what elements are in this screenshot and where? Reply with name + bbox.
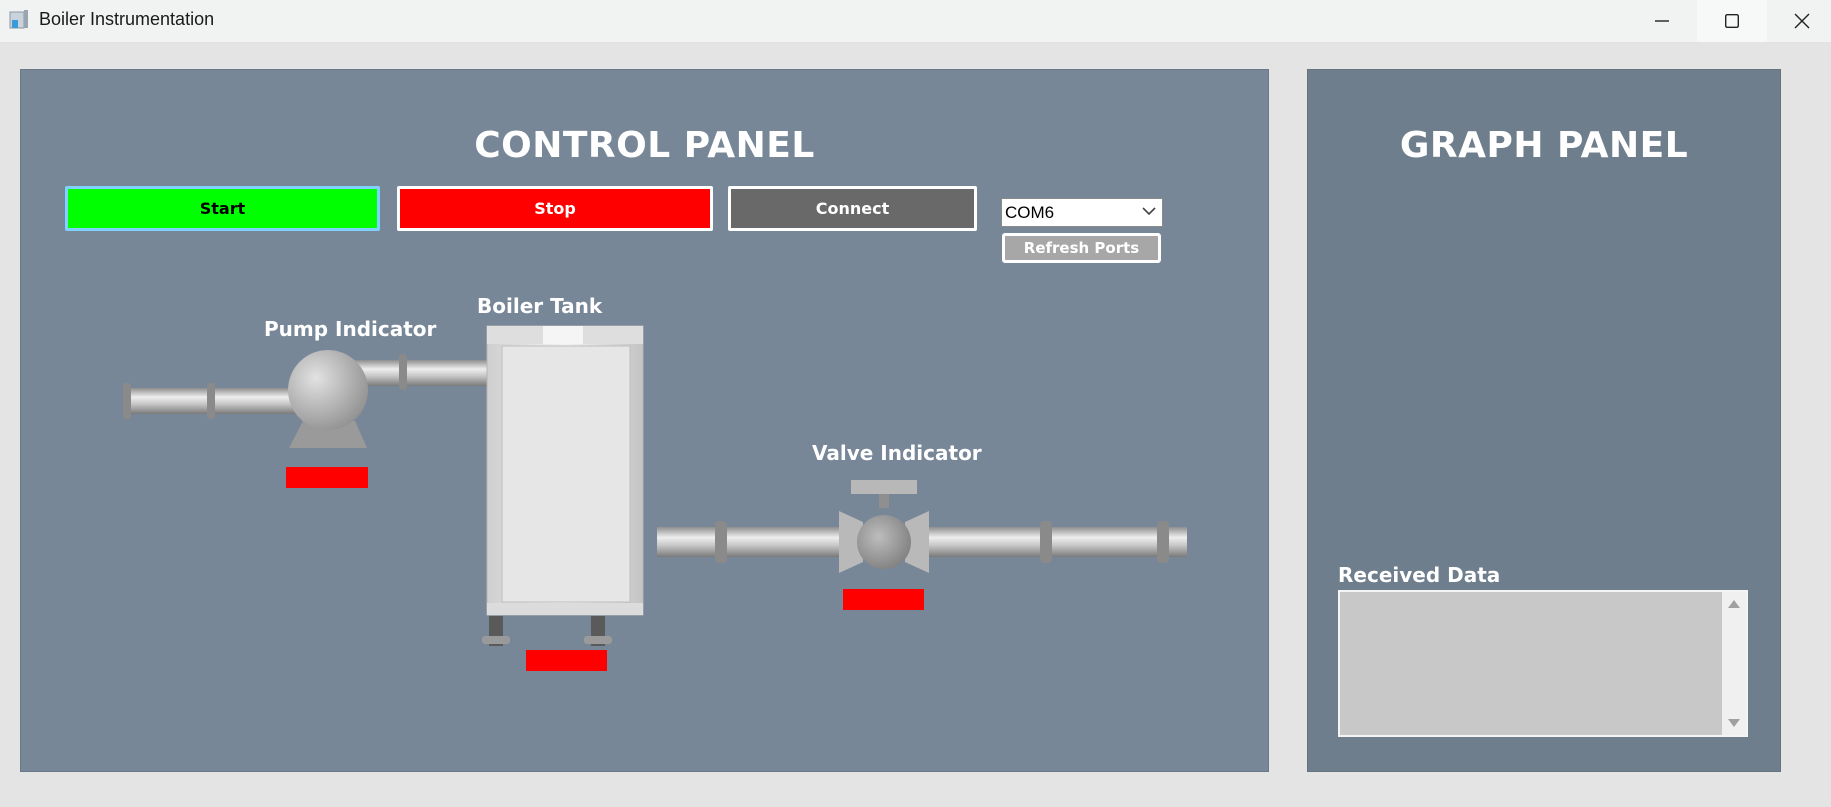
graph-panel: GRAPH PANEL Received Data (1307, 69, 1781, 772)
scroll-up-icon[interactable] (1728, 600, 1740, 608)
valve-icon (839, 480, 929, 573)
scroll-down-icon[interactable] (1728, 719, 1740, 727)
process-diagram (123, 325, 1187, 671)
received-data-label: Received Data (1338, 563, 1501, 587)
maximize-button[interactable] (1697, 0, 1767, 42)
title-bar: Boiler Instrumentation (0, 0, 1831, 43)
minimize-button[interactable] (1627, 0, 1697, 42)
control-panel: CONTROL PANEL Start Stop Connect COM6 Re… (20, 69, 1269, 772)
window-title: Boiler Instrumentation (39, 9, 215, 29)
close-button[interactable] (1767, 0, 1831, 42)
graph-panel-title: GRAPH PANEL (1399, 125, 1689, 166)
pump-icon (288, 350, 368, 448)
boiler-status-indicator (526, 650, 607, 671)
boiler-tank-icon (482, 325, 644, 646)
minimize-icon (1655, 20, 1669, 22)
app-icon (9, 10, 28, 29)
valve-status-indicator (843, 589, 924, 610)
maximize-icon (1724, 13, 1740, 29)
pump-status-indicator (286, 467, 368, 488)
received-data-textbox[interactable] (1338, 590, 1748, 737)
received-data-scrollbar[interactable] (1722, 592, 1746, 735)
close-icon (1794, 13, 1810, 29)
